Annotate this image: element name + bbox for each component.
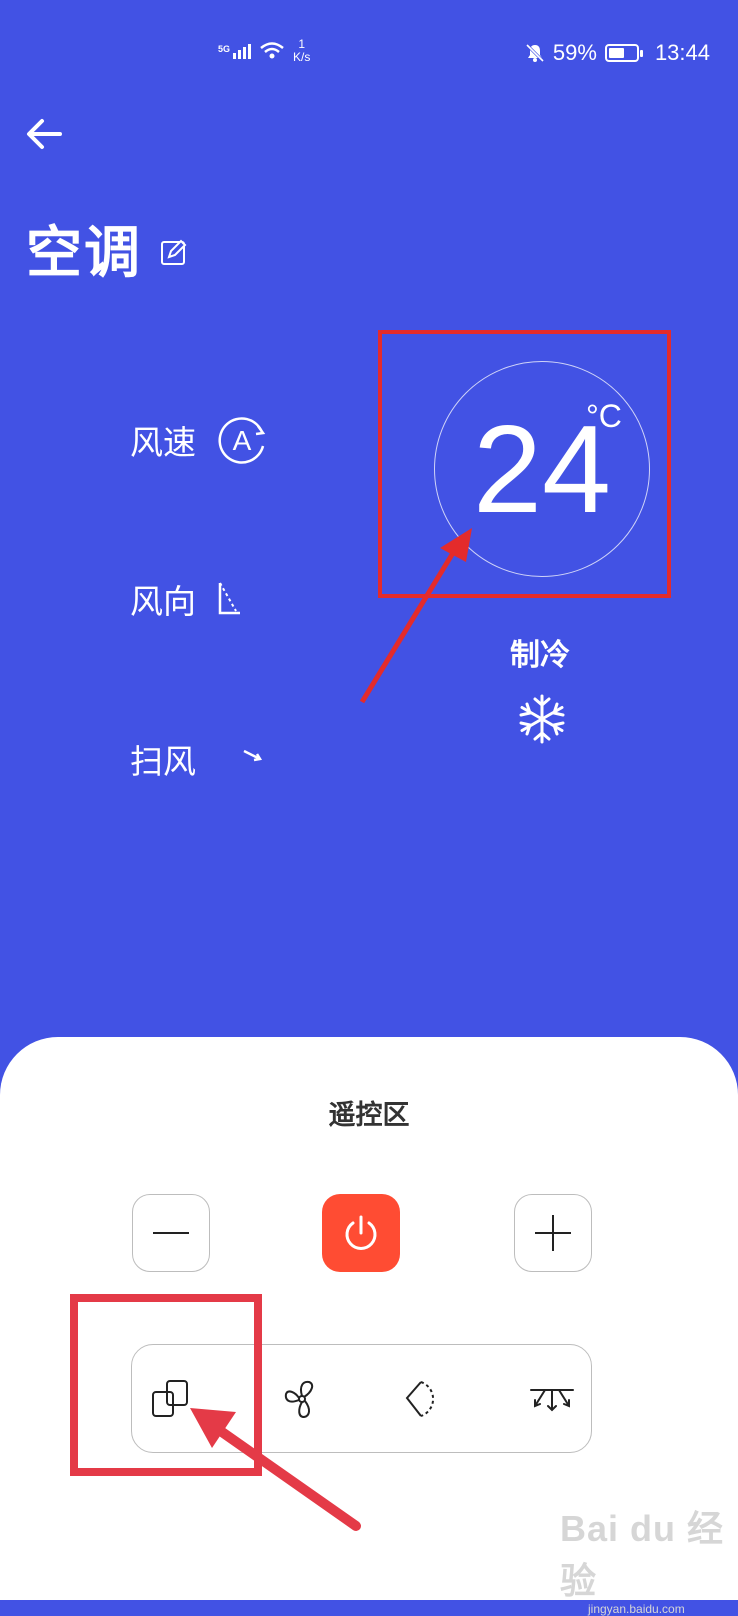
status-bar: 5G 1 K/s 59% 13:44 — [0, 38, 738, 68]
airflow-icon — [530, 1389, 574, 1412]
auto-fan-speed-icon: A — [218, 417, 266, 464]
wind-direction-icon — [218, 582, 240, 615]
fan-button[interactable] — [272, 1369, 332, 1429]
wifi-icon — [260, 42, 284, 59]
clock: 13:44 — [654, 40, 710, 65]
snowflake-icon — [519, 694, 565, 744]
battery-icon — [604, 44, 643, 62]
watermark: Bai du 经验 jingyan.baidu.com — [560, 1500, 738, 1616]
edit-icon[interactable] — [160, 238, 188, 266]
plus-icon — [535, 1215, 571, 1251]
signal-icon: 5G — [218, 43, 252, 59]
power-button[interactable] — [322, 1194, 400, 1272]
temperature-down-button[interactable] — [132, 1194, 210, 1272]
swing-control[interactable]: 扫风 — [130, 735, 266, 783]
mode-label[interactable]: 制冷 — [490, 630, 590, 674]
fan-speed-label: 风速 — [130, 423, 196, 462]
power-icon — [345, 1215, 377, 1250]
bell-mute-icon — [525, 43, 544, 63]
wind-direction-label: 风向 — [130, 582, 196, 621]
remote-title: 遥控区 — [328, 1100, 410, 1131]
swing-mode-button[interactable] — [396, 1369, 456, 1429]
svg-text:A: A — [233, 425, 252, 456]
fan-icon — [284, 1380, 314, 1419]
arrow-left-icon[interactable] — [22, 112, 66, 156]
swing-diamond-icon — [405, 1381, 435, 1417]
wind-direction-control[interactable]: 风向 — [130, 575, 254, 623]
minus-icon — [153, 1232, 189, 1234]
annotation-highlight-box — [70, 1294, 262, 1476]
watermark-logo: Bai du 经验 — [560, 1508, 725, 1601]
net-speed: 1 K/s — [293, 37, 311, 64]
swing-label: 扫风 — [130, 742, 196, 781]
fan-speed-control[interactable]: 风速 A — [130, 412, 270, 468]
temperature-unit: °C — [586, 398, 622, 434]
watermark-url: jingyan.baidu.com — [588, 1602, 685, 1616]
network-type: 5G — [218, 43, 231, 54]
status-right: 59% 13:44 — [525, 40, 710, 66]
temperature-up-button[interactable] — [514, 1194, 592, 1272]
swing-arrow-icon — [243, 749, 263, 762]
page-title: 空调 — [26, 221, 142, 286]
status-left: 5G 1 K/s — [218, 38, 310, 64]
battery-percent: 59% — [552, 40, 597, 65]
airflow-button[interactable] — [522, 1369, 582, 1429]
